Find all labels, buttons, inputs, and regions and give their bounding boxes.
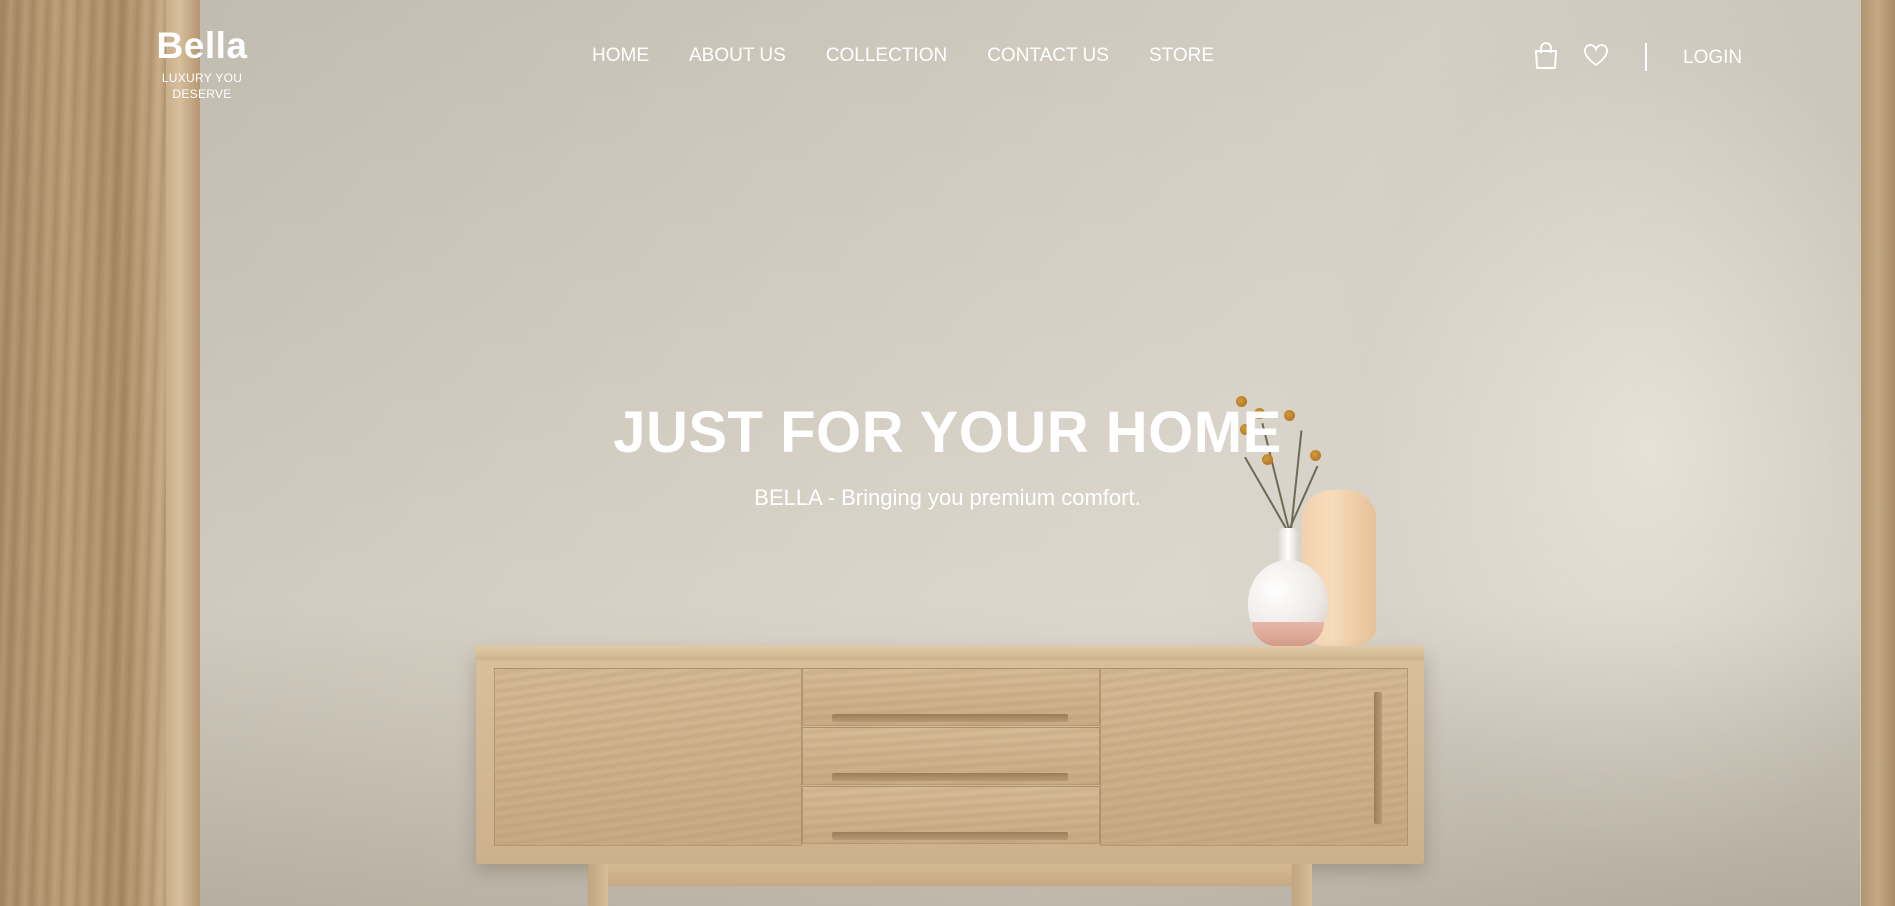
main-nav: HOME ABOUT US COLLECTION CONTACT US STOR…	[592, 44, 1214, 68]
nav-item-contact-us[interactable]: CONTACT US	[987, 44, 1109, 68]
login-link[interactable]: LOGIN	[1683, 46, 1742, 70]
nav-item-collection[interactable]: COLLECTION	[826, 44, 947, 68]
shopping-bag-icon[interactable]	[1532, 42, 1560, 70]
brand-name: Bella	[156, 25, 248, 66]
hero-section: Bella LUXURY YOU DESERVE HOME ABOUT US C…	[0, 0, 1895, 906]
hero-subtitle: BELLA - Bringing you premium comfort.	[754, 485, 1141, 510]
sideboard-leg	[588, 864, 608, 906]
sideboard-leg	[1292, 864, 1312, 906]
brand-logo[interactable]: Bella LUXURY YOU DESERVE	[132, 24, 272, 102]
heart-icon[interactable]	[1582, 42, 1610, 70]
sideboard-base-rail	[604, 864, 1294, 886]
sideboard-left-door	[494, 668, 802, 846]
nav-item-store[interactable]: STORE	[1149, 44, 1214, 68]
drawer-handle	[832, 832, 1068, 840]
sideboard-top	[476, 646, 1424, 660]
sideboard-right-door	[1100, 668, 1408, 846]
nav-item-about-us[interactable]: ABOUT US	[689, 44, 786, 68]
hero-title: JUST FOR YOUR HOME	[613, 400, 1282, 465]
drawer-handle	[832, 714, 1068, 722]
drawer-handle	[832, 773, 1068, 781]
header-icons	[1532, 42, 1610, 70]
header-divider	[1645, 43, 1647, 71]
door-handle	[1374, 692, 1382, 824]
brand-tagline: LUXURY YOU DESERVE	[161, 71, 243, 101]
nav-item-home[interactable]: HOME	[592, 44, 649, 68]
